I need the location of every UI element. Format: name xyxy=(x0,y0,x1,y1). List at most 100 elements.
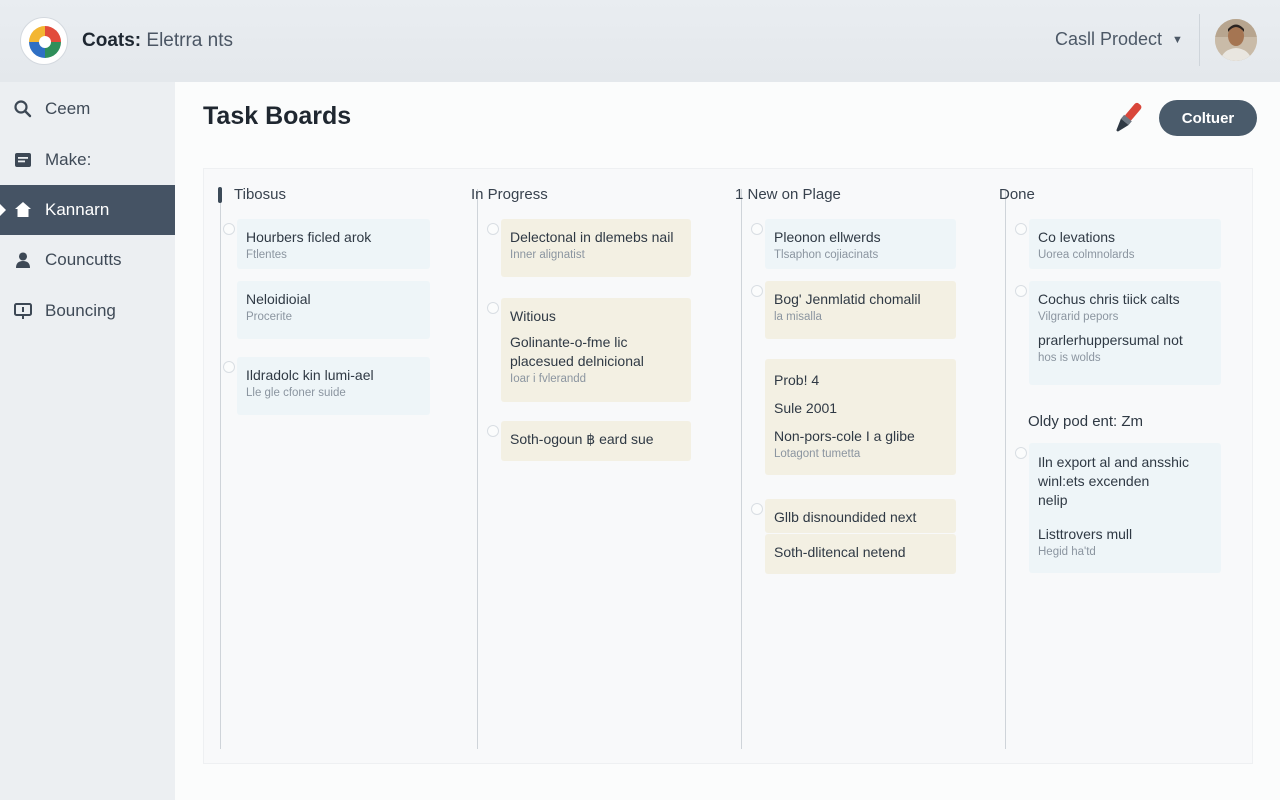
card-line: Cochus chris tiick calts xyxy=(1038,291,1180,307)
drag-handle-icon[interactable] xyxy=(1015,447,1027,459)
app-title: Coats: Eletrra nts xyxy=(82,30,233,52)
task-card[interactable]: Gllb disnoundided next xyxy=(751,499,956,533)
column-in-progress: In Progress Delectonal in dlemebs nail I… xyxy=(461,169,725,763)
drag-handle-icon[interactable] xyxy=(751,285,763,297)
drag-handle-icon[interactable] xyxy=(223,361,235,373)
task-card[interactable]: Cochus chris tiick calts Vilgrarid pepor… xyxy=(1015,281,1221,385)
task-card[interactable]: Soth-ogoun ฿ eard sue xyxy=(487,421,691,461)
sidebar-item-make[interactable]: Make: xyxy=(0,135,175,185)
column-tibosus: Tibosus Hourbers ficled arok Ftlentes Ne… xyxy=(204,169,466,763)
sidebar-item-kannarn[interactable]: Kannarn xyxy=(0,185,175,235)
drag-handle-icon[interactable] xyxy=(223,223,235,235)
drag-handle-icon[interactable] xyxy=(487,425,499,437)
user-avatar[interactable] xyxy=(1215,19,1257,61)
card-line: Neloidioial xyxy=(246,291,311,307)
card-line: hos is wolds xyxy=(1038,352,1101,364)
drag-handle-icon[interactable] xyxy=(751,503,763,515)
header-divider xyxy=(1199,14,1200,66)
card-line: Lotagont tumetta xyxy=(774,448,861,460)
card-line: Hegid ha'td xyxy=(1038,546,1096,558)
card-line: Ftlentes xyxy=(246,249,287,261)
card-line: Sule 2001 xyxy=(774,400,838,416)
card-line: Prob! 4 xyxy=(774,372,820,388)
sidebar-item-label: Make: xyxy=(45,150,92,169)
task-card[interactable]: Witious Golinante-o-fme lic placesued de… xyxy=(487,298,691,402)
column-done: Done Co levations Uorea colmnolards Coch… xyxy=(989,169,1252,763)
sidebar-item-ceem[interactable]: Ceem xyxy=(0,84,175,134)
card-line: Hourbers ficled arok xyxy=(246,229,372,245)
card-line: Listtrovers mull xyxy=(1038,526,1133,542)
card-line: Vilgrarid pepors xyxy=(1038,311,1119,323)
sidebar: Ceem Make: Kannarn Councutts Bouncing xyxy=(0,82,175,800)
user-icon xyxy=(13,250,33,270)
task-card[interactable]: Hourbers ficled arok Ftlentes xyxy=(223,219,430,269)
column-title: 1 New on Plage xyxy=(735,186,841,203)
app-logo-icon[interactable] xyxy=(20,17,68,65)
card-spacer xyxy=(510,325,682,333)
card-spacer xyxy=(774,417,947,427)
drag-handle-icon[interactable] xyxy=(751,223,763,235)
task-card[interactable]: Co levations Uorea colmnolards xyxy=(1015,219,1221,269)
card-line: Pleonon ellwerds xyxy=(774,229,881,245)
home-icon xyxy=(13,200,33,220)
app-subtitle: Eletrra nts xyxy=(141,30,233,51)
task-card[interactable]: Prob! 4 Sule 2001 Non-pors-cole I a glib… xyxy=(765,359,956,475)
drag-handle-icon[interactable] xyxy=(487,223,499,235)
card-line: Soth-dlitencal netend xyxy=(774,544,906,560)
sidebar-item-label: Kannarn xyxy=(45,200,110,219)
card-line: Uorea colmnolards xyxy=(1038,249,1135,261)
card-line: placesued delnicional xyxy=(510,353,644,369)
card-line: Golinante-o-fme lic xyxy=(510,334,628,350)
search-icon xyxy=(13,99,33,119)
task-card[interactable]: Iln export al and ansshic winl:ets excen… xyxy=(1015,443,1221,573)
task-card[interactable]: Pleonon ellwerds Tlsaphon cojiacinats xyxy=(751,219,956,269)
card-line: Lle gle cfoner suide xyxy=(246,387,346,399)
card-line: Ildradolc kin lumi-ael xyxy=(246,367,374,383)
task-card[interactable]: Soth-dlitencal netend xyxy=(765,534,956,574)
page-title: Task Boards xyxy=(203,102,352,130)
sidebar-item-label: Councutts xyxy=(45,250,122,269)
sidebar-item-bouncing[interactable]: Bouncing xyxy=(0,286,175,336)
sidebar-item-label: Bouncing xyxy=(45,301,116,320)
section-label: Oldy pod ent: Zm xyxy=(1028,413,1144,430)
document-icon xyxy=(13,150,33,170)
card-spacer xyxy=(1038,509,1212,525)
primary-action-button[interactable]: Coltuer xyxy=(1159,100,1257,136)
card-line: Witious xyxy=(510,308,556,324)
card-line: Ioar i fvlerandd xyxy=(510,373,587,385)
project-name: Casll Prodect xyxy=(1055,29,1163,49)
task-card[interactable]: Neloidioial Procerite xyxy=(237,281,430,339)
card-line: Tlsaphon cojiacinats xyxy=(774,249,879,261)
card-line: Soth-ogoun ฿ eard sue xyxy=(510,431,654,447)
project-selector[interactable]: Casll Prodect ▼ xyxy=(1055,29,1183,50)
chevron-down-icon: ▼ xyxy=(1172,33,1183,46)
task-card[interactable]: Delectonal in dlemebs nail Inner alignat… xyxy=(487,219,691,277)
task-card[interactable]: Ildradolc kin lumi-ael Lle gle cfoner su… xyxy=(223,357,430,415)
top-bar: Coats: Eletrra nts Casll Prodect ▼ xyxy=(0,0,1280,82)
column-title: Done xyxy=(999,186,1035,203)
card-line: nelip xyxy=(1038,492,1068,508)
card-line: prarlerhuppersumal not xyxy=(1038,332,1183,348)
drag-handle-icon[interactable] xyxy=(487,302,499,314)
card-line: Delectonal in dlemebs nail xyxy=(510,229,674,245)
active-indicator xyxy=(0,204,6,216)
column-title: Tibosus xyxy=(234,186,286,203)
card-line: Non-pors-cole I a glibe xyxy=(774,428,915,444)
card-line: Procerite xyxy=(246,311,293,323)
sidebar-item-councutts[interactable]: Councutts xyxy=(0,235,175,285)
card-line: Bog' Jenmlatid chomalil xyxy=(774,291,921,307)
drag-handle-icon[interactable] xyxy=(1015,223,1027,235)
brush-icon[interactable] xyxy=(1108,98,1148,138)
main-content: Task Boards Coltuer Tibosus Hourbers fic… xyxy=(175,82,1280,800)
column-divider xyxy=(1005,189,1006,749)
card-line: Iln export al and ansshic xyxy=(1038,454,1189,470)
kanban-board: Tibosus Hourbers ficled arok Ftlentes Ne… xyxy=(203,168,1253,764)
task-card[interactable]: Bog' Jenmlatid chomalil la misalla xyxy=(751,281,956,339)
card-line: la misalla xyxy=(774,311,822,323)
sidebar-item-label: Ceem xyxy=(45,99,91,118)
column-divider xyxy=(741,189,742,749)
app-name: Coats: xyxy=(82,30,142,51)
drag-handle-icon[interactable] xyxy=(1015,285,1027,297)
card-spacer xyxy=(774,389,947,399)
card-line: winl:ets excenden xyxy=(1038,473,1150,489)
